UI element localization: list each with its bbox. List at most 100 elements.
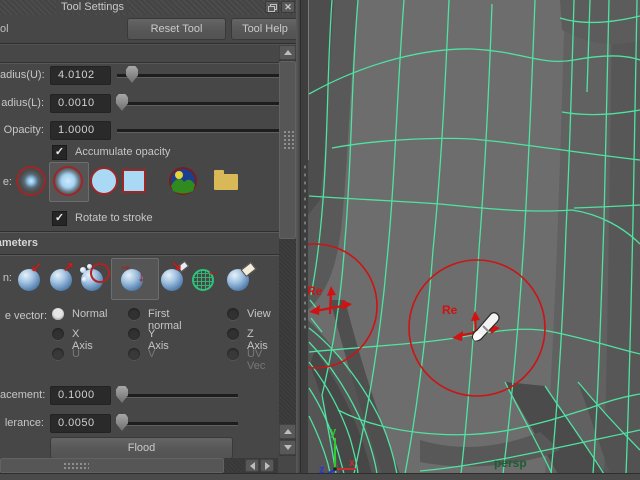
radio-label: UV Vec bbox=[247, 348, 265, 372]
reset-tool-button[interactable]: Reset Tool bbox=[127, 18, 226, 40]
tolerance-field[interactable]: 0.0050 bbox=[50, 414, 111, 433]
vertical-scrollbar-thumb[interactable] bbox=[279, 61, 296, 239]
profile-browse-image-icon[interactable] bbox=[168, 166, 198, 196]
horizontal-scrollbar-thumb[interactable] bbox=[0, 458, 224, 473]
radius-l-label: adius(L): bbox=[0, 97, 44, 111]
tool-name-label: ol bbox=[0, 23, 9, 35]
radius-u-label: adius(U): bbox=[0, 69, 44, 83]
scroll-down-button[interactable] bbox=[279, 440, 296, 455]
radius-u-field[interactable]: 4.0102 bbox=[50, 66, 111, 85]
radio-icon[interactable] bbox=[52, 328, 64, 340]
restore-window-icon[interactable] bbox=[265, 1, 279, 13]
opacity-field[interactable]: 1.0000 bbox=[50, 121, 111, 140]
operation-slide-icon[interactable]: ← bbox=[190, 263, 220, 293]
scroll-right-button[interactable] bbox=[260, 459, 274, 472]
profile-brush-square-icon[interactable] bbox=[122, 169, 146, 193]
profile-label: e: bbox=[0, 176, 12, 190]
scroll-up-button[interactable] bbox=[279, 45, 296, 60]
tool-settings-panel: Tool Settings ✕ ol Reset Tool Tool Help … bbox=[0, 0, 300, 480]
scroll-left-button[interactable] bbox=[245, 459, 259, 472]
radio-label: V bbox=[148, 348, 155, 360]
pull-arrow-glyph: ↗ bbox=[63, 261, 74, 273]
radius-u-slider[interactable] bbox=[117, 74, 291, 78]
down-arrow-icon bbox=[284, 445, 292, 450]
operation-push-icon[interactable]: ↙ bbox=[16, 263, 46, 293]
operation-pinch-icon[interactable]: ↘ bbox=[159, 263, 189, 293]
profile-brush-soft-medium-icon[interactable] bbox=[53, 166, 83, 196]
max-displacement-slider-handle[interactable] bbox=[116, 386, 128, 403]
relax-arrow-glyph: → bbox=[119, 260, 132, 272]
radio-icon bbox=[128, 348, 140, 360]
opacity-slider[interactable] bbox=[117, 129, 291, 133]
pinch-arrow-glyph: ↘ bbox=[171, 260, 182, 272]
perspective-viewport[interactable]: Re Re y x z persp bbox=[308, 0, 640, 474]
radio-icon[interactable] bbox=[227, 308, 239, 320]
maya-workspace: { "window": { "title": "Tool Settings", … bbox=[0, 0, 640, 480]
up-arrow-icon bbox=[284, 50, 292, 55]
slide-arrow-glyph: ← bbox=[207, 265, 220, 277]
radius-l-field[interactable]: 0.0010 bbox=[50, 94, 111, 113]
frame-line bbox=[0, 63, 296, 64]
section-line bbox=[0, 232, 296, 233]
left-arrow-icon bbox=[250, 462, 255, 470]
scroll-up-button-bottom[interactable] bbox=[279, 424, 296, 439]
profile-brush-solid-circle-icon[interactable] bbox=[90, 167, 118, 195]
profile-brush-soft-small-icon[interactable] bbox=[16, 166, 46, 196]
divider-line bbox=[0, 44, 296, 45]
operation-relax-icon[interactable]: → ↓ bbox=[119, 263, 149, 293]
window-bottom-border bbox=[0, 473, 640, 480]
restore-glyph bbox=[268, 6, 275, 12]
max-displacement-label: acement: bbox=[0, 389, 44, 403]
tolerance-slider[interactable] bbox=[117, 422, 238, 426]
max-displacement-slider[interactable] bbox=[117, 394, 238, 398]
thumb-grip bbox=[63, 462, 89, 471]
radio-label: U bbox=[72, 348, 80, 360]
accumulate-opacity-label: Accumulate opacity bbox=[75, 146, 170, 158]
rotate-to-stroke-checkbox[interactable]: ✓ bbox=[52, 211, 67, 226]
close-icon[interactable]: ✕ bbox=[281, 1, 295, 13]
panel-title: Tool Settings bbox=[56, 1, 129, 13]
accumulate-opacity-checkbox[interactable]: ✓ bbox=[52, 145, 67, 160]
radio-icon[interactable] bbox=[128, 328, 140, 340]
rotate-to-stroke-label: Rotate to stroke bbox=[75, 212, 153, 224]
radio-icon[interactable] bbox=[227, 328, 239, 340]
panel-divider[interactable] bbox=[300, 0, 308, 480]
radio-label: Normal bbox=[72, 308, 107, 320]
axis-x-label: x bbox=[349, 457, 356, 469]
radio-icon[interactable] bbox=[52, 308, 64, 320]
profile-browse-folder-icon[interactable] bbox=[214, 174, 238, 190]
radio-icon bbox=[52, 348, 64, 360]
operation-smooth-icon[interactable] bbox=[79, 263, 109, 293]
radio-icon[interactable] bbox=[128, 308, 140, 320]
viewport-canvas[interactable]: Re Re y x z persp bbox=[308, 0, 640, 474]
radius-u-slider-handle[interactable] bbox=[126, 66, 138, 83]
reference-vector-label: e vector: bbox=[0, 310, 47, 324]
operation-pull-icon[interactable]: ↗ bbox=[48, 263, 78, 293]
operation-label: n: bbox=[0, 272, 12, 286]
radio-label: View bbox=[247, 308, 271, 320]
max-displacement-field[interactable]: 0.1000 bbox=[50, 386, 111, 405]
brush-operation-label-right: Re bbox=[442, 303, 458, 317]
camera-name-label: persp bbox=[494, 456, 527, 470]
tool-help-button[interactable]: Tool Help bbox=[231, 18, 299, 40]
radius-l-slider[interactable] bbox=[117, 102, 291, 106]
panel-titlebar[interactable]: Tool Settings bbox=[0, 0, 300, 15]
brush-operation-label-left: Re bbox=[308, 284, 323, 298]
bubble-glyph bbox=[80, 267, 86, 273]
radio-icon bbox=[227, 348, 239, 360]
flood-button[interactable]: Flood bbox=[50, 437, 233, 459]
opacity-label: Opacity: bbox=[0, 124, 44, 138]
thumb-grip bbox=[283, 130, 294, 150]
tolerance-slider-handle[interactable] bbox=[116, 414, 128, 431]
radius-l-slider-handle[interactable] bbox=[116, 94, 128, 111]
tolerance-label: lerance: bbox=[0, 417, 44, 431]
up-arrow-icon bbox=[284, 429, 292, 434]
operation-erase-icon[interactable] bbox=[225, 263, 255, 293]
divider-grip-dots bbox=[303, 163, 307, 331]
smooth-ring-glyph bbox=[90, 263, 110, 283]
parameters-section-header[interactable]: Parameters bbox=[0, 237, 38, 249]
bubble-glyph bbox=[82, 277, 87, 282]
push-arrow-glyph: ↙ bbox=[31, 261, 42, 273]
right-arrow-icon bbox=[265, 462, 270, 470]
axis-y-label: y bbox=[330, 426, 337, 438]
